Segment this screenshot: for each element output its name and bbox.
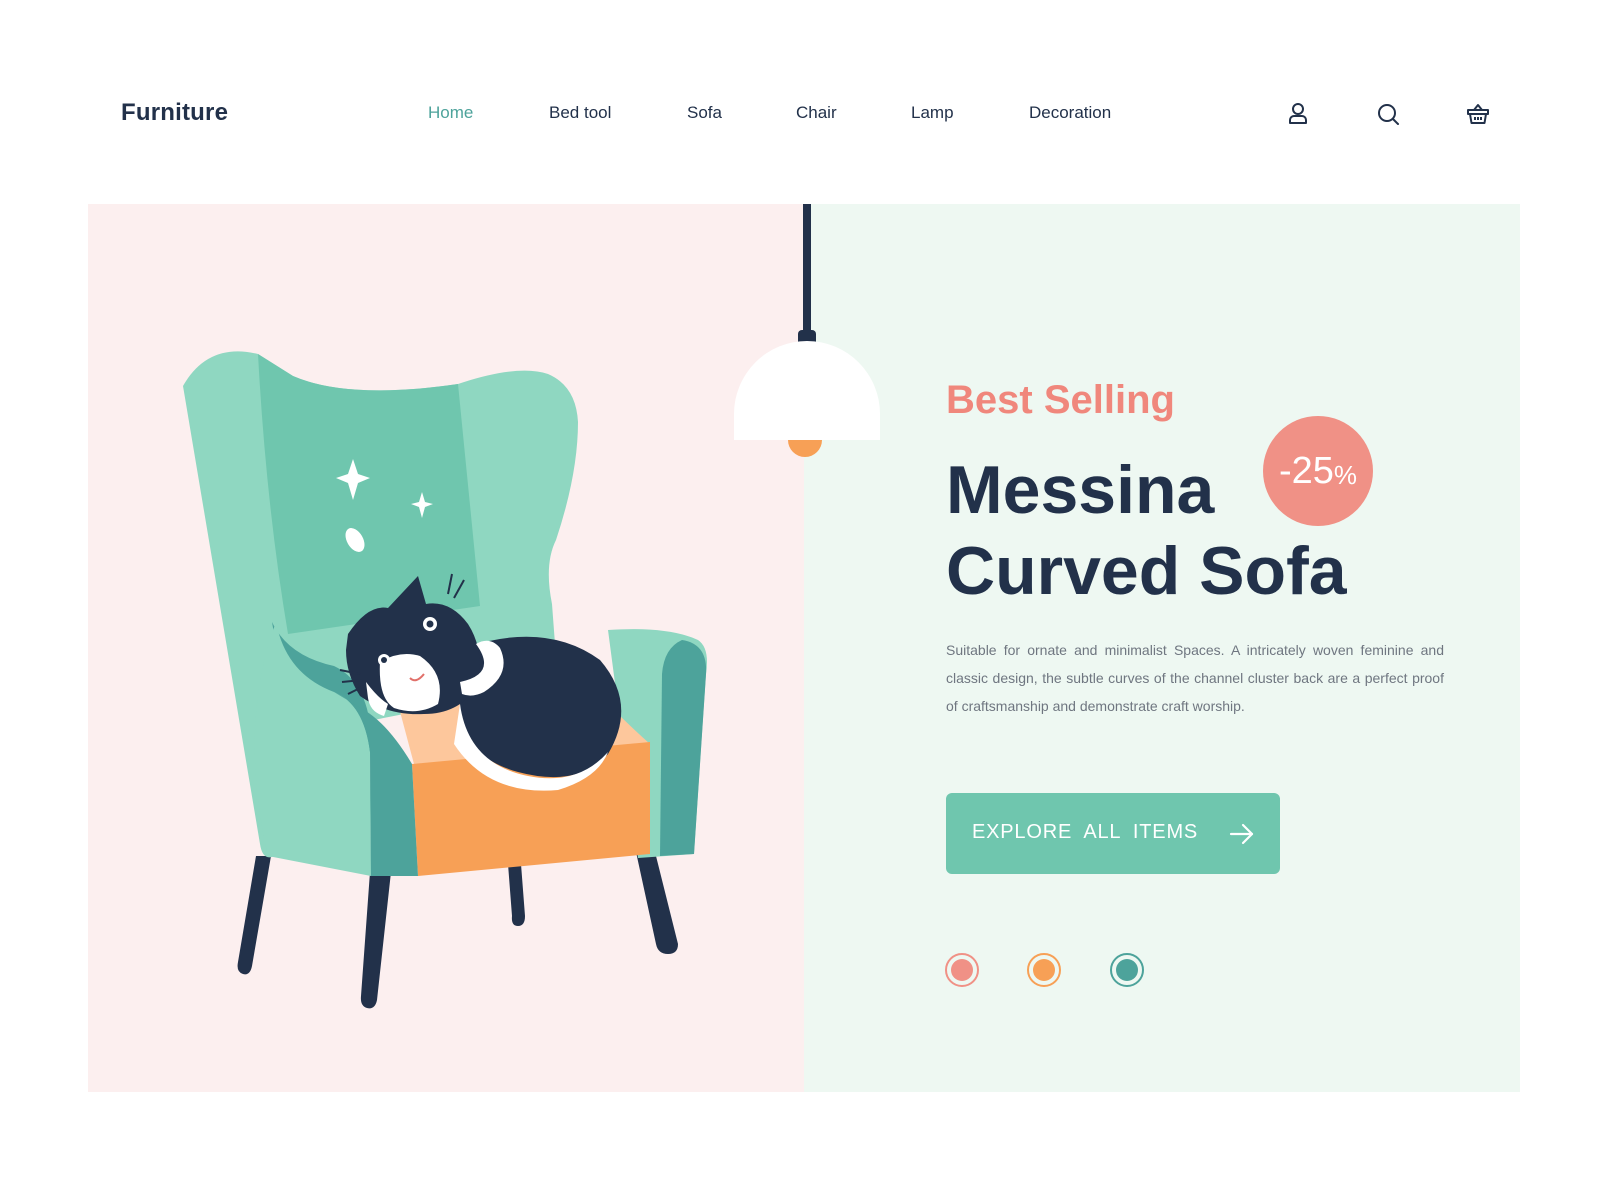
swatch-dot	[951, 959, 973, 981]
swatch-dot	[1033, 959, 1055, 981]
color-swatch-coral[interactable]	[945, 953, 979, 987]
product-description: Suitable for ornate and minimalist Space…	[946, 642, 1444, 714]
nav-sofa[interactable]: Sofa	[687, 103, 722, 123]
explore-button-label: EXPLORE ALL ITEMS	[972, 821, 1199, 843]
search-icon[interactable]	[1373, 99, 1403, 129]
site-header: Furniture Home Bed tool Sofa Chair Lamp …	[0, 0, 1600, 200]
explore-all-items-button[interactable]: EXPLORE ALL ITEMS	[946, 793, 1280, 874]
pendant-lamp-icon	[734, 204, 880, 457]
nav-bed-tool[interactable]: Bed tool	[549, 103, 611, 123]
color-swatch-orange[interactable]	[1027, 953, 1061, 987]
color-swatch-teal[interactable]	[1110, 953, 1144, 987]
nav-chair[interactable]: Chair	[796, 103, 837, 123]
nav-home[interactable]: Home	[428, 103, 473, 123]
basket-icon[interactable]	[1463, 99, 1493, 129]
discount-unit: %	[1333, 459, 1358, 490]
nav-lamp[interactable]: Lamp	[911, 103, 954, 123]
swatch-dot	[1116, 959, 1138, 981]
nav-decoration[interactable]: Decoration	[1029, 103, 1111, 123]
arrow-right-icon	[1229, 823, 1254, 845]
product-title-line2: Curved Sofa	[946, 533, 1347, 609]
brand-logo[interactable]: Furniture	[121, 99, 228, 127]
best-selling-label: Best Selling	[946, 378, 1175, 422]
discount-badge: -25%	[1263, 416, 1373, 526]
discount-value: -25	[1278, 449, 1334, 492]
user-icon[interactable]	[1283, 99, 1313, 129]
